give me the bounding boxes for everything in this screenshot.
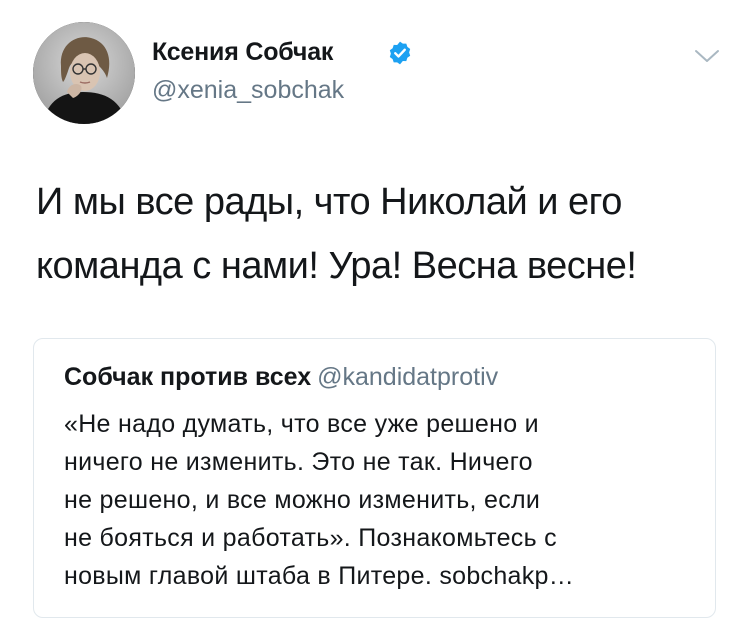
quoted-text-line: «Не надо думать, что все уже решено и (64, 410, 539, 438)
quoted-text-line: ничего не изменить. Это не так. Ничего (64, 448, 533, 476)
verified-badge-icon (389, 41, 411, 65)
quoted-tweet-text: «Не надо думать, что все уже решено и ни… (64, 405, 704, 595)
quoted-text-line: новым главой штаба в Питере. sobchakp… (64, 562, 575, 590)
quoted-text-line: не бояться и работать». Познакомьтесь с (64, 524, 557, 552)
tweet-text-line: И мы все рады, что Николай и его (36, 181, 622, 223)
author-handle[interactable]: @xenia_sobchak (152, 76, 344, 105)
avatar[interactable] (33, 22, 135, 124)
tweet-text: И мы все рады, что Николай и его команда… (36, 170, 726, 298)
quoted-author-name: Собчак против всех (64, 363, 312, 391)
quoted-tweet-header: Собчак против всех @kandidatprotiv (64, 363, 498, 392)
author-display-name[interactable]: Ксения Собчак (152, 38, 333, 67)
tweet-text-line: команда с нами! Ура! Весна весне! (36, 245, 637, 287)
quoted-text-line: не решено, и все можно изменить, если (64, 486, 541, 514)
quoted-tweet-card[interactable]: Собчак против всех @kandidatprotiv «Не на… (33, 338, 716, 618)
chevron-down-icon[interactable] (694, 48, 720, 64)
avatar-photo (33, 22, 135, 124)
quoted-author-handle: @kandidatprotiv (317, 363, 499, 391)
